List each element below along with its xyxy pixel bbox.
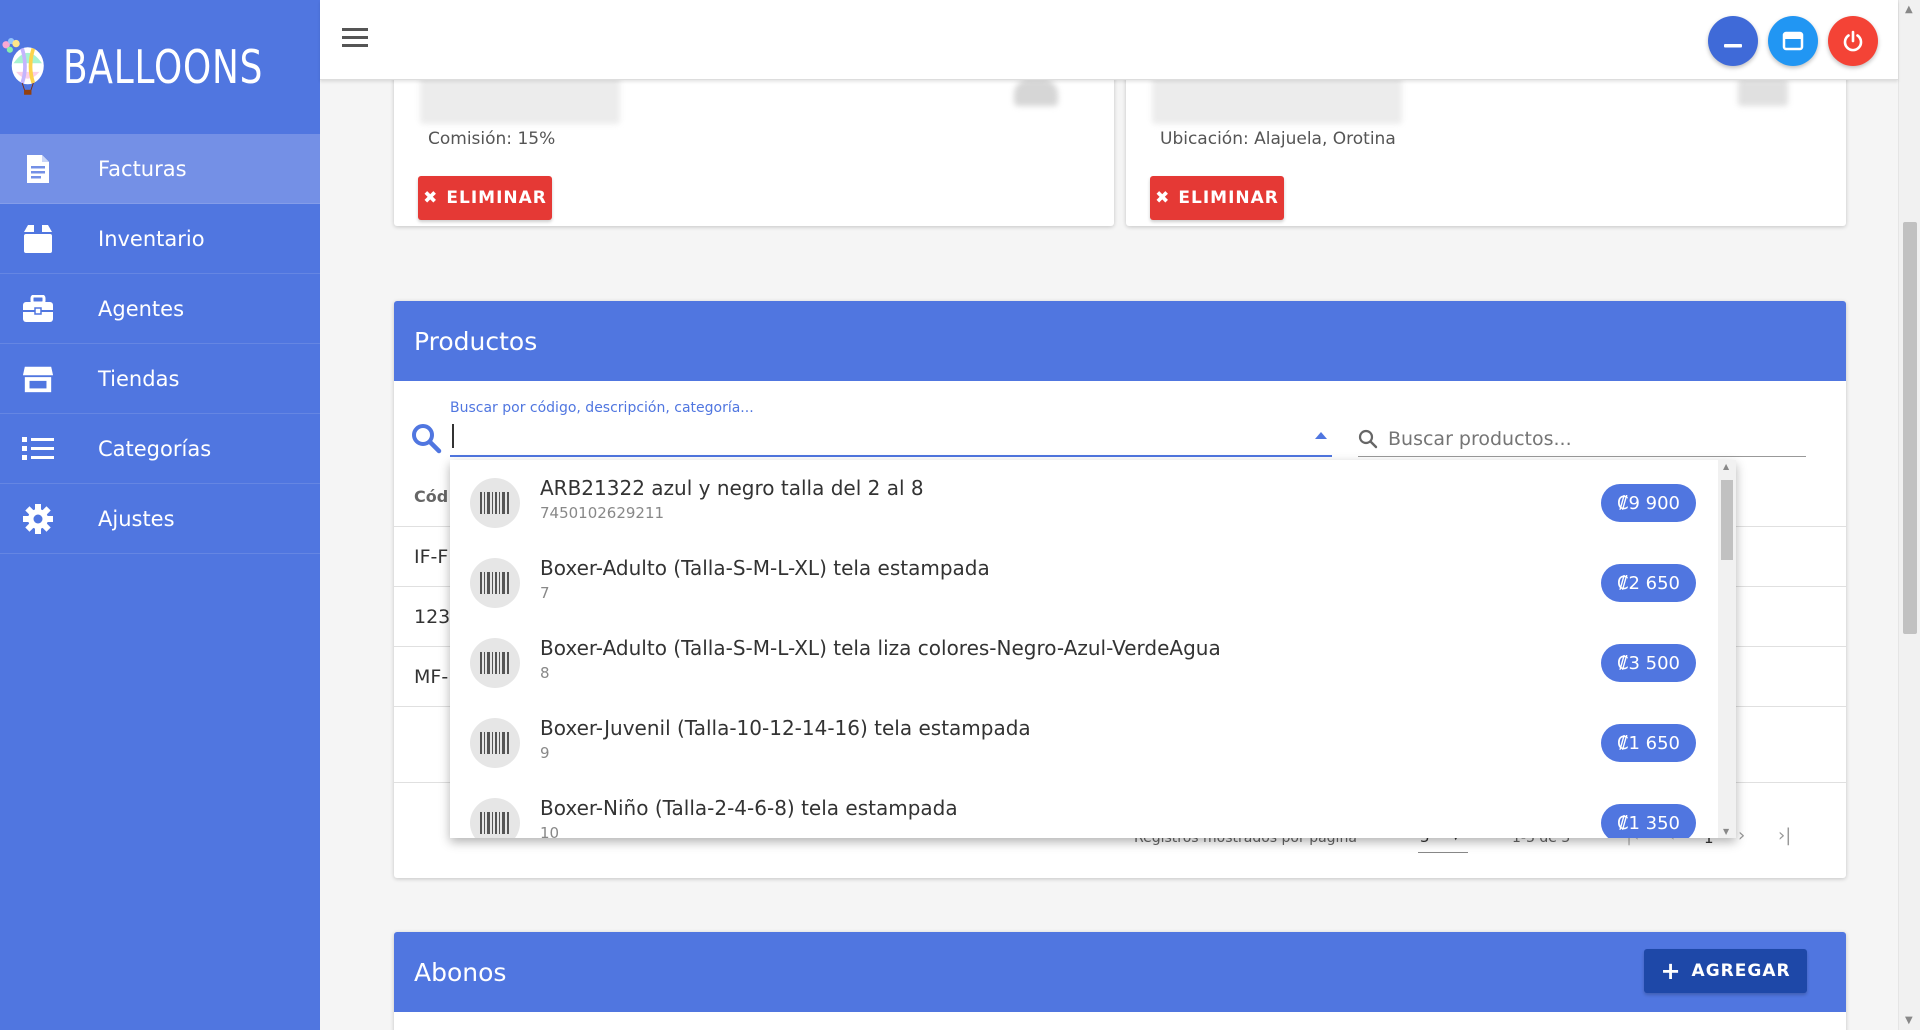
barcode-icon [470,798,520,838]
price-badge: ₡9 900 [1601,484,1696,522]
suggestion-item[interactable]: ARB21322 azul y negro talla del 2 al 8 7… [450,460,1718,540]
scrollbar-thumb[interactable] [1903,222,1917,634]
suggestion-item[interactable]: Boxer-Niño (Talla-2-4-6-8) tela estampad… [450,780,1718,838]
suggestion-title: Boxer-Adulto (Talla-S-M-L-XL) tela liza … [540,636,1221,660]
suggestion-title: Boxer-Niño (Talla-2-4-6-8) tela estampad… [540,796,958,820]
barcode-icon [470,718,520,768]
price-badge: ₡1 650 [1601,724,1696,762]
suggestion-code: 10 [540,824,560,838]
price-badge: ₡2 650 [1601,564,1696,602]
suggestion-title: ARB21322 azul y negro talla del 2 al 8 [540,476,924,500]
last-page-icon[interactable]: ›| [1778,825,1791,846]
barcode-icon [470,638,520,688]
page-scrollbar[interactable]: ▲ ▼ [1898,0,1920,1030]
sidebar-item-label: Agentes [98,296,185,321]
sidebar-item-label: Inventario [98,226,205,251]
power-button[interactable] [1828,16,1878,66]
suggestion-title: Boxer-Adulto (Talla-S-M-L-XL) tela estam… [540,556,990,580]
blurred-info [1152,78,1402,124]
sidebar-item-label: Categorías [98,436,212,461]
sidebar-item-ajustes[interactable]: Ajustes [0,484,320,554]
avatar [1014,80,1058,106]
agent-card: Comisión: 15% ✖ ELIMINAR [394,60,1114,226]
text-cursor [452,424,454,448]
menu-icon[interactable] [342,28,368,48]
barcode-icon [470,558,520,608]
store-icon [22,363,54,395]
plus-icon: + [1660,957,1682,985]
filter-underline [1358,456,1806,457]
sidebar-item-label: Facturas [98,156,187,181]
suggestion-code: 8 [540,664,550,682]
dropdown-scroll-thumb[interactable] [1721,480,1733,560]
suggestion-code: 9 [540,744,550,762]
store-image [1738,80,1788,106]
productos-title: Productos [394,301,1846,381]
sidebar-item-agentes[interactable]: Agentes [0,274,320,344]
minimize-button[interactable] [1708,16,1758,66]
sidebar: BALLOONS Facturas Inventario Agentes Tie… [0,0,320,1030]
minimize-icon [1724,44,1742,48]
dropdown-scrollbar[interactable]: ▲ ▼ [1718,460,1736,838]
close-icon: ✖ [423,188,439,208]
power-icon [1843,30,1863,52]
suggestion-code: 7 [540,584,550,602]
search-underline [450,455,1332,457]
add-abono-button[interactable]: + AGREGAR [1644,949,1807,993]
invoice-icon [22,153,54,185]
briefcase-icon [22,293,54,325]
balloon-logo-icon [2,38,44,95]
next-page-icon[interactable]: › [1738,825,1745,846]
suggestion-code: 7450102629211 [540,504,665,522]
list-icon [22,433,54,465]
store-card: Ubicación: Alajuela, Orotina ✖ ELIMINAR [1126,60,1846,226]
caret-up-icon[interactable] [1314,430,1328,440]
price-badge: ₡3 500 [1601,644,1696,682]
barcode-icon [470,478,520,528]
search-label: Buscar por código, descripción, categorí… [450,400,754,416]
app-logo[interactable]: BALLOONS [0,0,320,134]
suggestion-item[interactable]: Boxer-Adulto (Talla-S-M-L-XL) tela estam… [450,540,1718,620]
search-icon [1358,429,1378,449]
sidebar-item-categorias[interactable]: Categorías [0,414,320,484]
box-icon [22,223,54,255]
search-icon [412,424,442,454]
abonos-title: Abonos [394,932,1846,1012]
suggestion-title: Boxer-Juvenil (Talla-10-12-14-16) tela e… [540,716,1031,740]
suggestion-item[interactable]: Boxer-Adulto (Talla-S-M-L-XL) tela liza … [450,620,1718,700]
commission-text: Comisión: 15% [428,129,556,149]
blurred-info [420,78,620,124]
product-search-input[interactable] [450,420,1330,452]
window-icon [1782,31,1804,51]
sidebar-item-label: Tiendas [98,366,180,391]
app-name: BALLOONS [63,40,264,94]
delete-agent-button[interactable]: ✖ ELIMINAR [418,176,552,220]
suggestion-item[interactable]: Boxer-Juvenil (Talla-10-12-14-16) tela e… [450,700,1718,780]
window-button[interactable] [1768,16,1818,66]
price-badge: ₡1 350 [1601,804,1696,838]
abonos-card: Abonos + AGREGAR [394,932,1846,1030]
product-filter-input[interactable] [1388,423,1768,455]
close-icon: ✖ [1155,188,1171,208]
location-text: Ubicación: Alajuela, Orotina [1160,129,1396,149]
sidebar-item-facturas[interactable]: Facturas [0,134,320,204]
delete-store-button[interactable]: ✖ ELIMINAR [1150,176,1284,220]
gear-icon [22,503,54,535]
sidebar-item-inventario[interactable]: Inventario [0,204,320,274]
product-suggestions-dropdown: ARB21322 azul y negro talla del 2 al 8 7… [450,460,1736,838]
topbar [320,0,1898,80]
sidebar-item-tiendas[interactable]: Tiendas [0,344,320,414]
sidebar-item-label: Ajustes [98,506,175,531]
